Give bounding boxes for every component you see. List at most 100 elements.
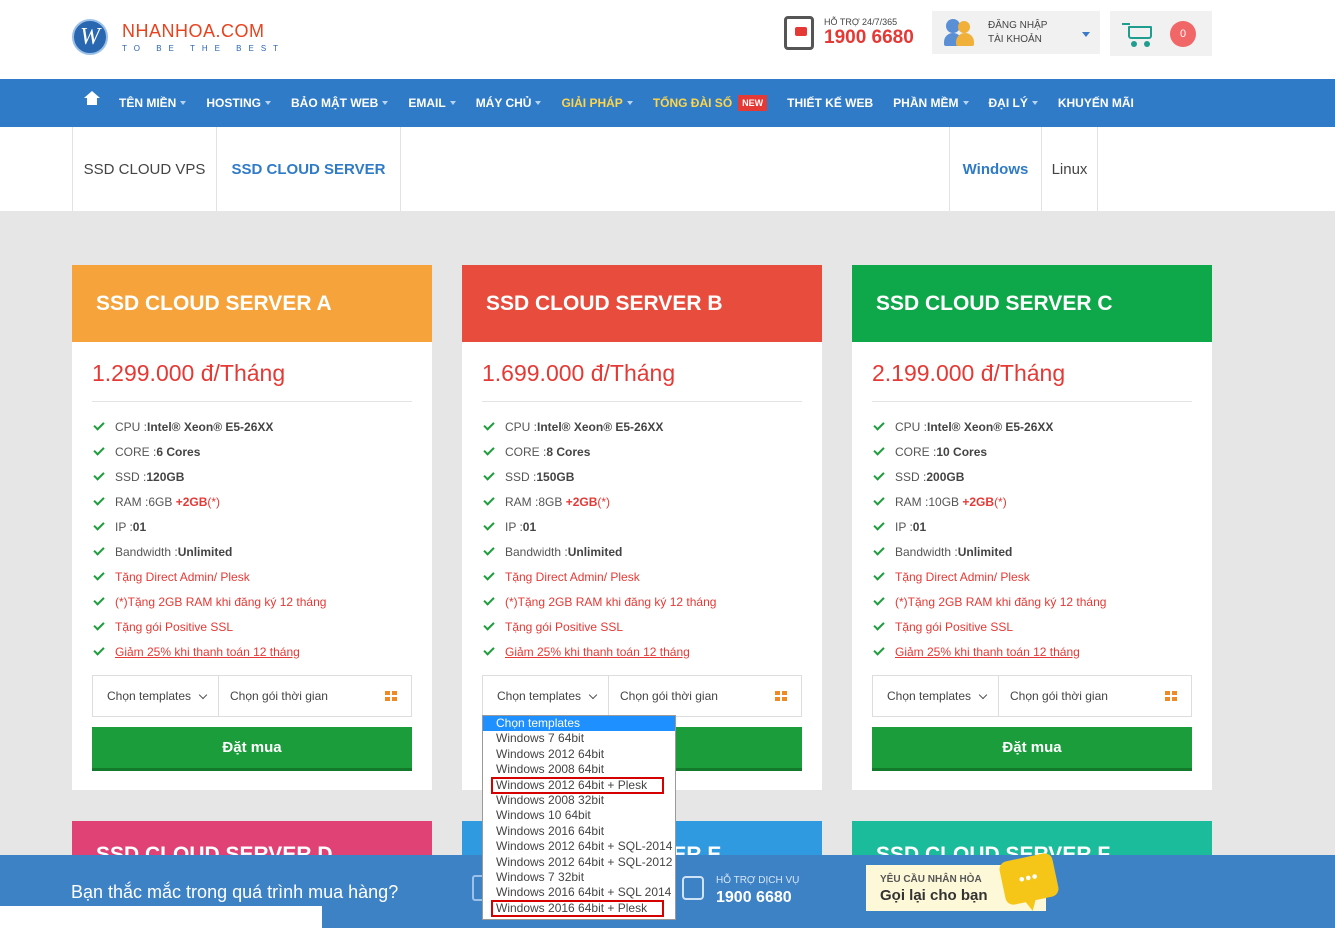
cart-icon	[1122, 20, 1156, 48]
tab-label: Windows	[962, 160, 1029, 178]
period-select[interactable]: Chọn gói thời gian	[219, 675, 412, 717]
template-option[interactable]: Windows 2012 64bit + SQL-2012	[483, 855, 675, 870]
chevron-down-icon	[588, 690, 598, 699]
main-nav: TÊN MIỀN HOSTING BẢO MẬT WEB EMAIL MÁY C…	[0, 79, 1335, 127]
nav-item-may-chu[interactable]: MÁY CHỦ	[476, 96, 542, 110]
feature-cpu: CPU : Intel® Xeon® E5-26XX	[92, 414, 412, 439]
promo-discount-link[interactable]: Giảm 25% khi thanh toán 12 tháng	[92, 639, 412, 664]
tab-linux[interactable]: Linux	[1041, 127, 1098, 211]
template-option[interactable]: Windows 2008 64bit	[483, 762, 675, 777]
caret-down-icon	[1031, 101, 1038, 105]
check-icon	[93, 419, 105, 431]
check-icon	[483, 519, 495, 531]
nav-item-ten-mien[interactable]: TÊN MIỀN	[119, 96, 187, 110]
template-option[interactable]: Windows 2012 64bit	[483, 747, 675, 762]
period-select[interactable]: Chọn gói thời gian	[999, 675, 1192, 717]
feature-ssd: SSD : 200GB	[872, 464, 1192, 489]
template-select[interactable]: Chọn templates	[92, 675, 219, 717]
check-icon	[873, 644, 885, 656]
template-option[interactable]: Windows 2012 64bit + SQL-2014	[483, 839, 675, 854]
nav-item-phan-mem[interactable]: PHẦN MỀM	[893, 96, 969, 110]
template-select[interactable]: Chọn templates	[482, 675, 609, 717]
promo-direct-admin: Tặng Direct Admin/ Plesk	[872, 564, 1192, 589]
caret-down-icon	[626, 101, 633, 105]
nav-item-dai-ly[interactable]: ĐẠI LÝ	[989, 96, 1038, 110]
template-select-value: Chọn templates	[497, 689, 582, 703]
promo-discount-link[interactable]: Giảm 25% khi thanh toán 12 tháng	[482, 639, 802, 664]
hotline[interactable]: HỖ TRỢ 24/7/365 1900 6680	[784, 16, 914, 50]
feature-ram: RAM : 6GB +2GB (*)	[92, 489, 412, 514]
nav-item-khuyen-mai[interactable]: KHUYẾN MÃI	[1058, 96, 1134, 110]
home-icon[interactable]	[84, 91, 100, 109]
promo-ram: (*)Tặng 2GB RAM khi đăng ký 12 tháng	[482, 589, 802, 614]
tab-ssd-cloud-vps[interactable]: SSD CLOUD VPS	[72, 127, 217, 211]
check-icon	[483, 544, 495, 556]
chevron-down-icon	[978, 690, 988, 699]
support-number: 1900 6680	[716, 889, 792, 906]
check-icon	[483, 494, 495, 506]
check-icon	[873, 569, 885, 581]
plan-price: 2.199.000 đ/Tháng	[872, 342, 1192, 402]
support-hotline[interactable]: HỖ TRỢ DỊCH VỤ 1900 6680	[716, 875, 799, 907]
product-tabs: SSD CLOUD VPS SSD CLOUD SERVER Windows L…	[0, 127, 1335, 219]
new-badge: NEW	[738, 95, 768, 111]
template-option[interactable]: Windows 2016 64bit + Plesk	[491, 899, 664, 918]
nav-item-bao-mat-web[interactable]: BẢO MẬT WEB	[291, 96, 389, 110]
tab-label: SSD CLOUD SERVER	[231, 160, 386, 178]
nav-item-giai-phap[interactable]: GIẢI PHÁP	[561, 96, 633, 110]
check-icon	[873, 619, 885, 631]
template-select[interactable]: Chọn templates	[872, 675, 999, 717]
check-icon	[873, 544, 885, 556]
nav-item-tong-dai-so[interactable]: TỔNG ĐÀI SỐ NEW	[653, 95, 768, 111]
template-option[interactable]: Windows 2016 64bit + SQL 2014	[483, 885, 675, 900]
chat-widget-strip	[0, 906, 322, 928]
feature-bandwidth: Bandwidth : Unlimited	[92, 539, 412, 564]
check-icon	[483, 619, 495, 631]
promo-discount-link[interactable]: Giảm 25% khi thanh toán 12 tháng	[872, 639, 1192, 664]
site-logo[interactable]: W NHANHOA.COM TO BE THE BEST	[72, 19, 285, 55]
nav-label: TÊN MIỀN	[119, 96, 177, 110]
template-dropdown-list[interactable]: Chọn templates Windows 7 64bit Windows 201…	[482, 715, 676, 920]
nav-item-email[interactable]: EMAIL	[408, 96, 456, 110]
template-option[interactable]: Windows 10 64bit	[483, 808, 675, 823]
login-button[interactable]: ĐĂNG NHẬP TÀI KHOẢN	[932, 11, 1100, 54]
tab-ssd-cloud-server[interactable]: SSD CLOUD SERVER	[216, 127, 401, 219]
promo-direct-admin: Tặng Direct Admin/ Plesk	[482, 564, 802, 589]
template-select-value: Chọn templates	[107, 689, 192, 703]
nav-item-hosting[interactable]: HOSTING	[206, 96, 272, 110]
tab-windows[interactable]: Windows	[949, 127, 1042, 219]
check-icon	[873, 419, 885, 431]
period-select[interactable]: Chọn gói thời gian	[609, 675, 802, 717]
nav-item-thiet-ke-web[interactable]: THIẾT KẾ WEB	[787, 96, 873, 110]
nav-label: EMAIL	[408, 96, 446, 110]
template-option[interactable]: Chọn templates	[483, 716, 675, 732]
logo-mark: W	[72, 19, 108, 55]
template-option[interactable]: Windows 7 64bit	[483, 731, 675, 746]
template-option[interactable]: Windows 7 32bit	[483, 870, 675, 885]
nav-label: MÁY CHỦ	[475, 96, 532, 110]
order-button[interactable]: Đặt mua	[872, 727, 1192, 771]
nav-label: KHUYẾN MÃI	[1057, 96, 1134, 110]
template-option[interactable]: Windows 2016 64bit	[483, 824, 675, 839]
plan-price: 1.699.000 đ/Tháng	[482, 342, 802, 402]
promo-ssl: Tặng gói Positive SSL	[92, 614, 412, 639]
feature-ip: IP : 01	[92, 514, 412, 539]
check-icon	[93, 519, 105, 531]
period-select-value: Chọn gói thời gian	[230, 689, 328, 703]
check-icon	[873, 444, 885, 456]
feature-ip: IP : 01	[482, 514, 802, 539]
caret-down-icon	[449, 101, 456, 105]
hotline-label: HỖ TRỢ 24/7/365	[824, 17, 898, 27]
check-icon	[93, 444, 105, 456]
template-option[interactable]: Windows 2012 64bit + Plesk	[491, 776, 664, 794]
template-option[interactable]: Windows 2008 32bit	[483, 793, 675, 808]
order-button[interactable]: Đặt mua	[92, 727, 412, 771]
plan-options: Chọn templates Chọn gói thời gian	[482, 675, 802, 717]
feature-core: CORE : 10 Cores	[872, 439, 1192, 464]
cart-button[interactable]: 0	[1110, 11, 1212, 56]
check-icon	[873, 594, 885, 606]
support-question: Bạn thắc mắc trong quá trình mua hàng?	[71, 882, 399, 902]
plan-card-c: SSD CLOUD SERVER C 2.199.000 đ/Tháng CPU…	[852, 265, 1212, 790]
grid-icon	[1165, 691, 1177, 701]
plan-title: SSD CLOUD SERVER C	[852, 265, 1212, 342]
